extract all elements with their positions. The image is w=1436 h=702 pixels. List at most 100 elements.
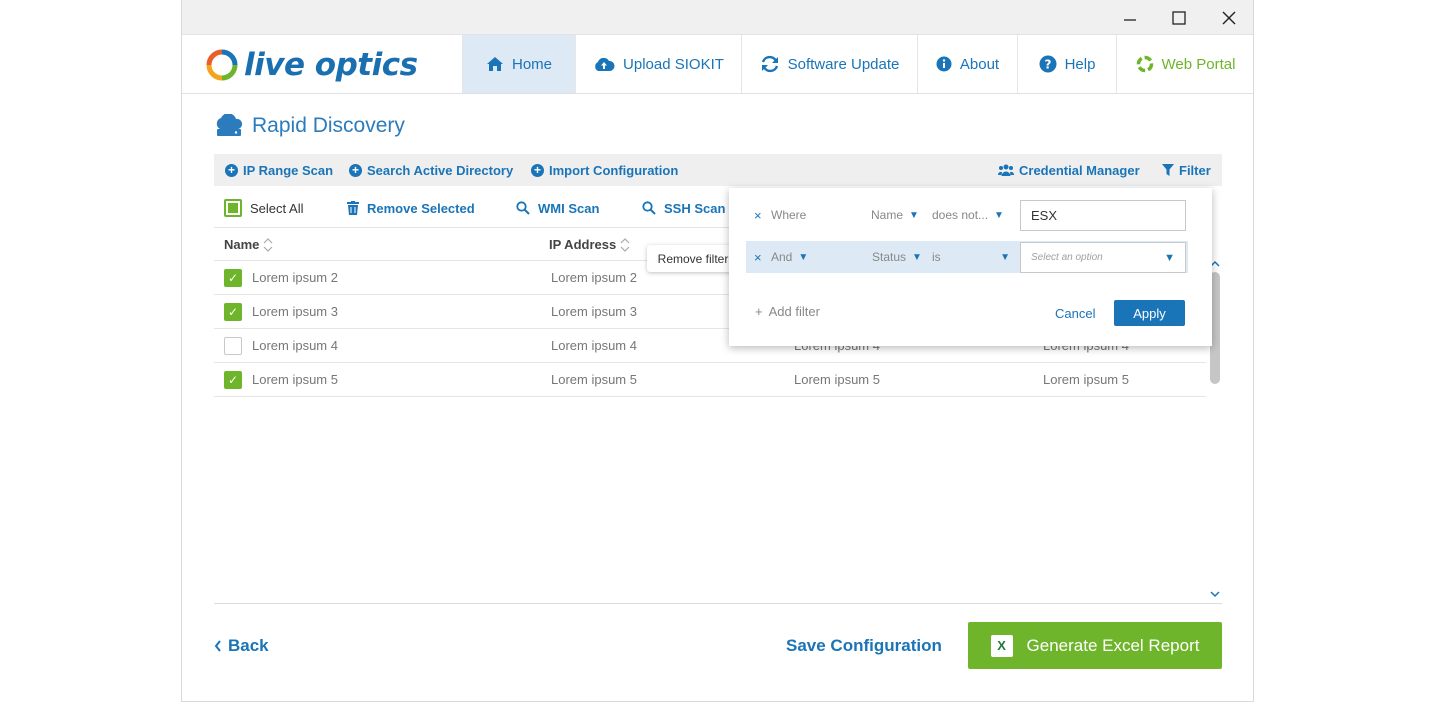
plus-icon: +: [531, 163, 544, 177]
nav-help-label: Help: [1064, 55, 1096, 73]
sort-icon: [263, 237, 273, 252]
chevron-left-icon: [214, 640, 221, 652]
row-checkbox[interactable]: ✓: [224, 268, 242, 287]
web-portal-icon: [1136, 55, 1153, 73]
row-checkbox[interactable]: ✓: [224, 370, 242, 389]
ssh-scan-label: SSH Scan: [664, 200, 726, 216]
nav-about[interactable]: About: [917, 35, 1017, 93]
cell-name: Lorem ipsum 4: [252, 338, 338, 353]
nav-upload-label: Upload SIOKIT: [623, 55, 724, 73]
maximize-icon: [1172, 10, 1186, 25]
rapid-discovery-icon: [216, 114, 243, 136]
wmi-scan-button[interactable]: WMI Scan: [516, 190, 599, 226]
close-button[interactable]: [1204, 0, 1254, 35]
chevron-down-icon: ▼: [994, 209, 1004, 221]
nav-software-update[interactable]: Software Update: [741, 35, 917, 93]
chevron-down-icon: ▼: [1000, 251, 1010, 263]
minimize-button[interactable]: [1105, 0, 1155, 35]
search-active-directory-button[interactable]: + Search Active Directory: [349, 154, 513, 186]
nav-web-portal-label: Web Portal: [1161, 55, 1236, 73]
import-configuration-button[interactable]: + Import Configuration: [531, 154, 678, 186]
logo-text: live optics: [244, 47, 418, 83]
row-checkbox-cell: ✓: [224, 261, 242, 294]
credential-manager-button[interactable]: Credential Manager: [998, 154, 1140, 186]
column-header-ip-label: IP Address: [549, 237, 617, 252]
plus-icon: +: [349, 163, 362, 177]
cell-ip-address: Lorem ipsum 2: [551, 270, 637, 285]
column-header-ip-address[interactable]: IP Address: [549, 228, 630, 261]
column-header-name-label: Name: [224, 237, 260, 252]
row-checkbox-cell: [224, 329, 242, 362]
row-checkbox[interactable]: [224, 336, 242, 355]
select-all-check-icon: [224, 199, 242, 217]
generate-excel-report-button[interactable]: X Generate Excel Report: [968, 622, 1222, 669]
magnifier-icon: [516, 201, 530, 215]
row-checkbox[interactable]: ✓: [224, 302, 242, 321]
remove-selected-label: Remove Selected: [367, 200, 475, 216]
sort-icon: [620, 237, 630, 252]
back-label: Back: [228, 636, 269, 655]
close-icon: [1222, 11, 1236, 24]
save-configuration-button[interactable]: Save Configuration: [786, 636, 942, 656]
cell-name: Lorem ipsum 2: [252, 270, 338, 285]
cell-name: Lorem ipsum 5: [252, 372, 338, 387]
chevron-down-icon: ▼: [1164, 251, 1175, 264]
filter-panel: × Where Name ▼ does not... ▼ × And ▼ Status…: [729, 188, 1212, 346]
maximize-button[interactable]: [1154, 0, 1204, 35]
filter-operator-dropdown[interactable]: is ▼: [932, 241, 1010, 273]
top-nav: live optics Home Upload SIOKIT Software …: [182, 35, 1253, 94]
scroll-down-icon[interactable]: [1210, 590, 1220, 598]
cell-ip-address: Lorem ipsum 5: [551, 372, 637, 387]
svg-text:?: ?: [1044, 58, 1051, 72]
filter-conjunction-label: And: [771, 250, 793, 264]
filter-conjunction-label: Where: [771, 208, 807, 222]
select-all-checkbox[interactable]: Select All: [224, 190, 303, 226]
filter-field-dropdown[interactable]: Name ▼: [871, 199, 919, 231]
filter-label: Filter: [1179, 162, 1211, 178]
filter-conjunction-dropdown[interactable]: And ▼: [771, 241, 808, 273]
plus-icon: +: [225, 163, 238, 177]
info-icon: [936, 56, 952, 72]
nav-upload-siokit[interactable]: Upload SIOKIT: [575, 35, 741, 93]
cell-col3: Lorem ipsum 5: [794, 372, 880, 387]
filter-value-select[interactable]: Select an option ▼: [1020, 242, 1186, 273]
cell-name: Lorem ipsum 3: [252, 304, 338, 319]
filter-operator-dropdown[interactable]: does not... ▼: [932, 199, 1004, 231]
cell-col4: Lorem ipsum 5: [1043, 372, 1129, 387]
filter-field-label: Name: [871, 208, 904, 222]
column-header-name[interactable]: Name: [224, 228, 273, 261]
nav-home[interactable]: Home: [462, 35, 575, 93]
trash-icon: [347, 201, 359, 215]
help-icon: ?: [1039, 55, 1057, 73]
filter-button[interactable]: Filter: [1162, 154, 1211, 186]
nav-web-portal[interactable]: Web Portal: [1116, 35, 1254, 93]
add-filter-label: Add filter: [768, 304, 820, 319]
app-window: live optics Home Upload SIOKIT Software …: [181, 0, 1254, 702]
add-filter-button[interactable]: + Add filter: [755, 304, 820, 319]
filter-value-input[interactable]: [1020, 200, 1186, 231]
import-configuration-label: Import Configuration: [549, 162, 679, 178]
cancel-button[interactable]: Cancel: [1055, 306, 1095, 321]
apply-button[interactable]: Apply: [1114, 300, 1185, 326]
ip-range-scan-button[interactable]: + IP Range Scan: [225, 154, 333, 186]
remove-filter-tooltip: Remove filter: [647, 245, 739, 272]
magnifier-icon: [642, 201, 656, 215]
row-checkbox-cell: ✓: [224, 363, 242, 396]
table-row[interactable]: ✓ Lorem ipsum 5 Lorem ipsum 5 Lorem ipsu…: [214, 363, 1206, 397]
remove-selected-button[interactable]: Remove Selected: [347, 190, 475, 226]
filter-field-dropdown[interactable]: Status ▼: [872, 241, 922, 273]
refresh-icon: [761, 55, 778, 73]
nav-help[interactable]: ? Help: [1017, 35, 1116, 93]
remove-filter-button[interactable]: ×: [754, 199, 762, 231]
select-all-label: Select All: [250, 200, 304, 216]
filter-operator-label: does not...: [932, 208, 989, 222]
generate-excel-report-label: Generate Excel Report: [1026, 635, 1200, 655]
minimize-icon: [1124, 18, 1136, 21]
excel-icon: X: [990, 634, 1013, 657]
nav-software-update-label: Software Update: [787, 55, 900, 73]
home-icon: [486, 57, 503, 71]
remove-filter-button[interactable]: ×: [754, 241, 762, 273]
credential-manager-label: Credential Manager: [1019, 162, 1140, 178]
ssh-scan-button[interactable]: SSH Scan: [642, 190, 725, 226]
back-button[interactable]: Back: [214, 636, 269, 656]
